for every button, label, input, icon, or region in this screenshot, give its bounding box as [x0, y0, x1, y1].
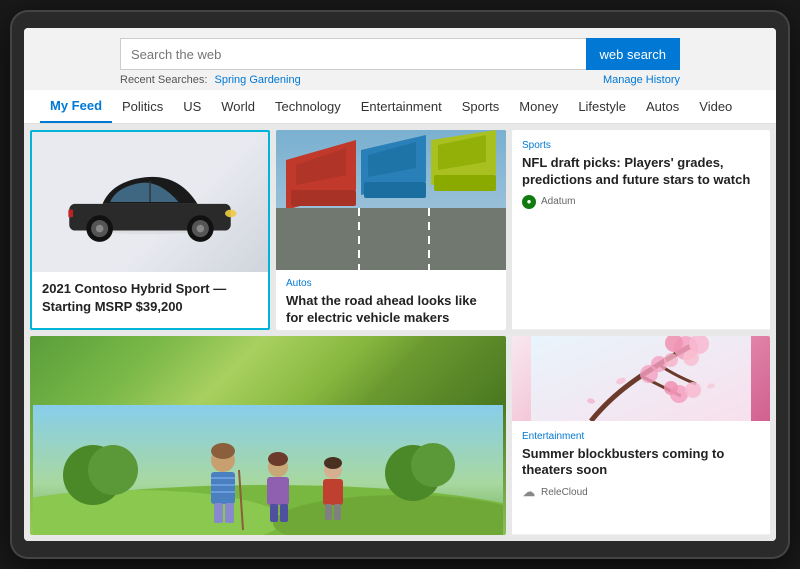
- autos-card-image: [276, 130, 506, 270]
- ad-card-body: 2021 Contoso Hybrid Sport — Starting MSR…: [32, 272, 268, 324]
- sports-card-title: NFL draft picks: Players' grades, predic…: [522, 155, 760, 189]
- nav-item-sports[interactable]: Sports: [452, 91, 510, 122]
- sports-source-icon: ●: [522, 195, 536, 209]
- ad-car-image: [32, 132, 268, 272]
- search-meta-row: Recent Searches: Spring Gardening Manage…: [120, 74, 680, 86]
- nav-item-technology[interactable]: Technology: [265, 91, 351, 122]
- nav-item-myfeed[interactable]: My Feed: [40, 90, 112, 123]
- nav-bar: My Feed Politics US World Technology Ent…: [24, 90, 776, 124]
- recent-search-link[interactable]: Spring Gardening: [215, 74, 301, 86]
- search-row: web search: [120, 38, 680, 70]
- screen: web search Recent Searches: Spring Garde…: [24, 28, 776, 541]
- ad-card-title: 2021 Contoso Hybrid Sport — Starting MSR…: [42, 281, 226, 314]
- content-grid: 2021 Contoso Hybrid Sport — Starting MSR…: [24, 124, 776, 541]
- sports-card[interactable]: Sports NFL draft picks: Players' grades,…: [512, 130, 770, 330]
- outdoor-image: [30, 336, 506, 536]
- nav-item-video[interactable]: Video: [689, 91, 742, 122]
- manage-history-link[interactable]: Manage History: [603, 74, 680, 86]
- ad-card[interactable]: 2021 Contoso Hybrid Sport — Starting MSR…: [30, 130, 270, 330]
- search-input[interactable]: [120, 38, 586, 70]
- autos-card-title: What the road ahead looks like for elect…: [286, 293, 496, 327]
- sports-source-label: Adatum: [541, 196, 575, 207]
- entertainment-card-image: [512, 336, 770, 421]
- search-button[interactable]: web search: [586, 38, 680, 70]
- nav-item-entertainment[interactable]: Entertainment: [351, 91, 452, 122]
- autos-card[interactable]: Autos What the road ahead looks like for…: [276, 130, 506, 330]
- nav-item-us[interactable]: US: [173, 91, 211, 122]
- search-area: web search Recent Searches: Spring Garde…: [24, 28, 776, 90]
- tablet-frame: web search Recent Searches: Spring Garde…: [10, 10, 790, 559]
- recent-searches-label: Recent Searches: Spring Gardening: [120, 74, 301, 86]
- entertainment-card-body: Entertainment Summer blockbusters coming…: [512, 421, 770, 536]
- nav-item-money[interactable]: Money: [509, 91, 568, 122]
- sports-category: Sports: [522, 140, 760, 151]
- nav-item-world[interactable]: World: [211, 91, 265, 122]
- entertainment-category: Entertainment: [522, 431, 760, 442]
- entertainment-source-row: ☁ ReleCloud: [522, 485, 760, 499]
- autos-category: Autos: [286, 278, 496, 289]
- nav-item-autos[interactable]: Autos: [636, 91, 689, 122]
- sports-card-body: Sports NFL draft picks: Players' grades,…: [512, 130, 770, 330]
- nav-item-politics[interactable]: Politics: [112, 91, 173, 122]
- entertainment-card[interactable]: Entertainment Summer blockbusters coming…: [512, 336, 770, 536]
- autos-card-body: Autos What the road ahead looks like for…: [276, 270, 506, 330]
- entertainment-card-title: Summer blockbusters coming to theaters s…: [522, 446, 760, 480]
- entertainment-source-icon: ☁: [522, 485, 536, 499]
- entertainment-source-label: ReleCloud: [541, 487, 588, 498]
- sports-source-row: ● Adatum: [522, 195, 760, 209]
- ad-card-footer: contoso.com | Sponsored: [32, 324, 268, 330]
- outdoor-card[interactable]: [30, 336, 506, 536]
- nav-item-lifestyle[interactable]: Lifestyle: [568, 91, 636, 122]
